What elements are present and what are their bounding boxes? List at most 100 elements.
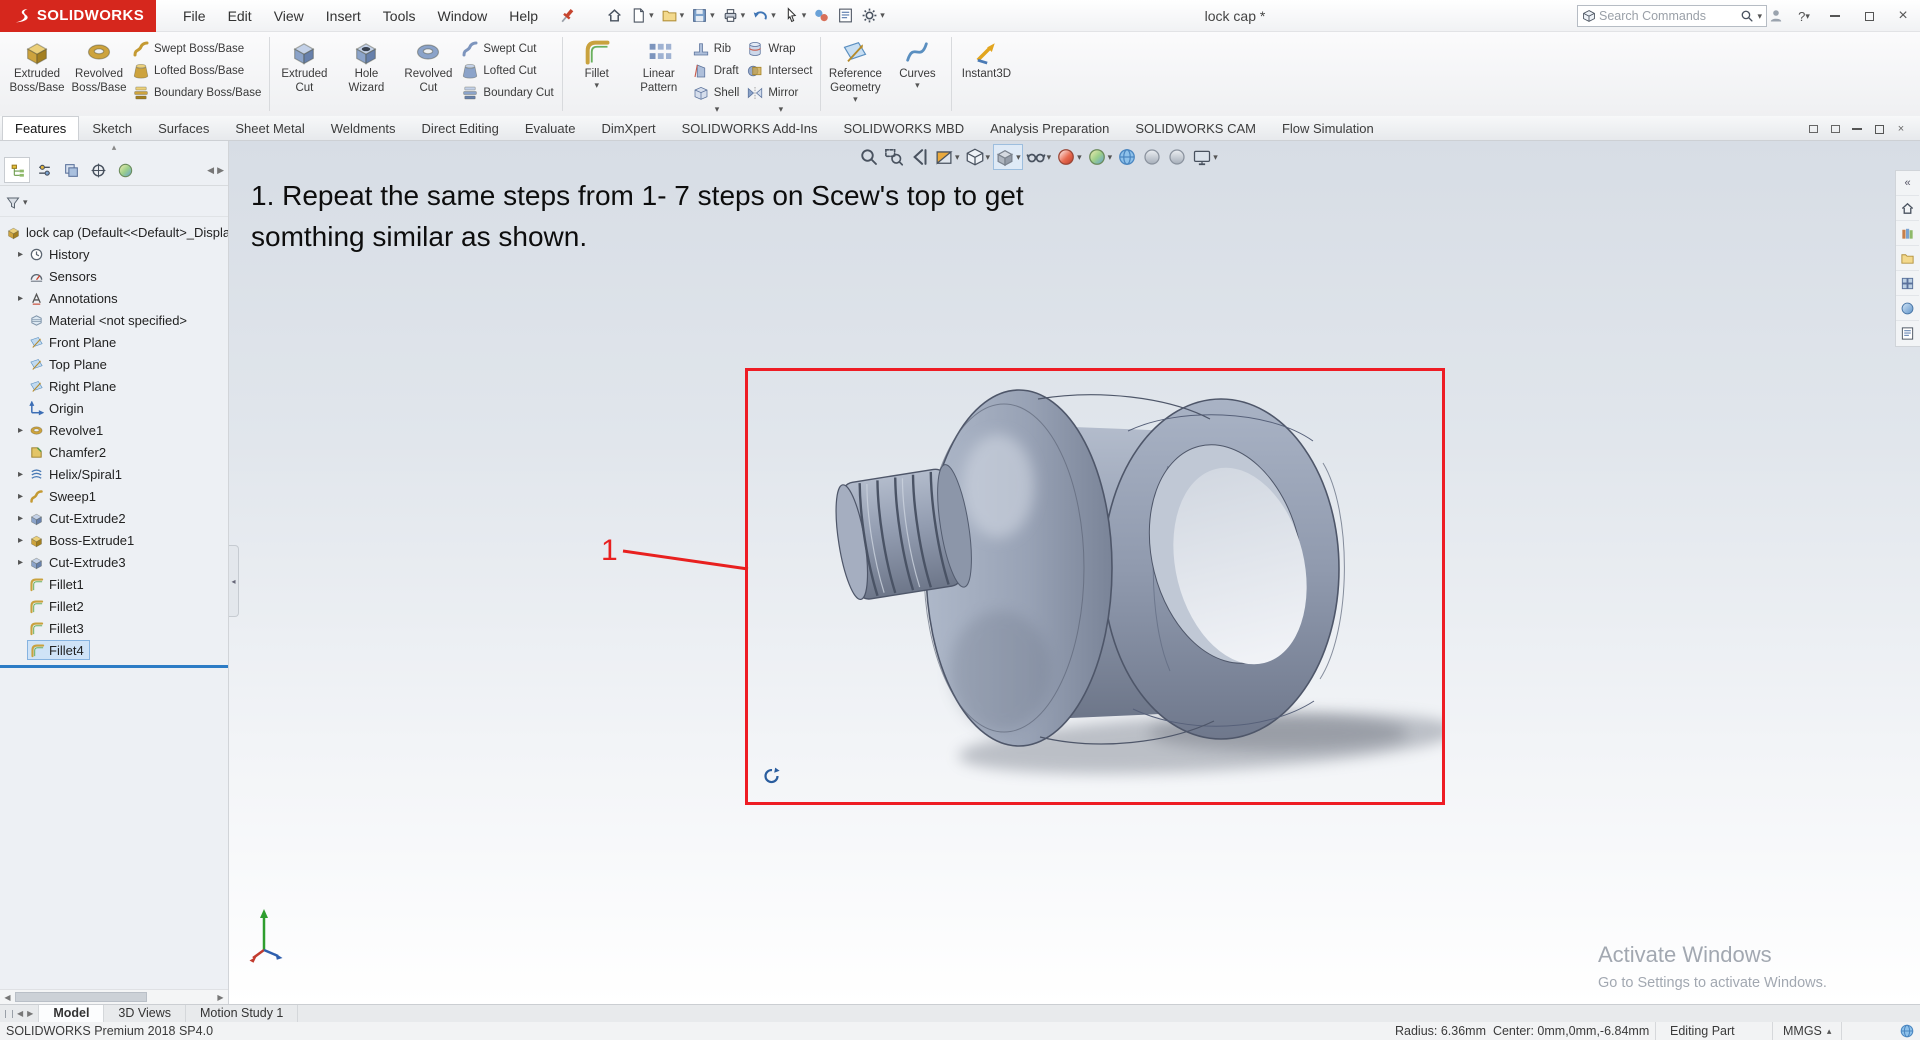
- search-input[interactable]: [1599, 9, 1738, 23]
- mirror-button[interactable]: Mirror: [744, 82, 817, 104]
- float-pane-button[interactable]: [1828, 123, 1842, 135]
- custom-properties-tab[interactable]: [1896, 321, 1919, 346]
- tab-surfaces[interactable]: Surfaces: [145, 116, 222, 140]
- apply-scene-button[interactable]: ▾: [1085, 144, 1115, 170]
- propertymanager-tab[interactable]: [31, 157, 57, 183]
- tab-evaluate[interactable]: Evaluate: [512, 116, 589, 140]
- menu-tools[interactable]: Tools: [372, 2, 427, 30]
- minimize-button[interactable]: [1820, 2, 1850, 30]
- caret-down-icon[interactable]: ▾: [853, 95, 858, 104]
- doc-close-button[interactable]: ×: [1894, 123, 1908, 135]
- boundary-boss-base-button[interactable]: Boundary Boss/Base: [130, 82, 266, 104]
- solidworks-resources-tab[interactable]: [1896, 196, 1919, 221]
- tab-splitter-grip[interactable]: [5, 1009, 13, 1018]
- tab-direct-editing[interactable]: Direct Editing: [409, 116, 512, 140]
- tab-model[interactable]: Model: [39, 1005, 105, 1022]
- tab-sketch[interactable]: Sketch: [79, 116, 145, 140]
- tab-sheet-metal[interactable]: Sheet Metal: [222, 116, 317, 140]
- tree-item-sensors[interactable]: Sensors: [0, 265, 228, 287]
- expand-arrow-icon[interactable]: ▸: [13, 249, 28, 260]
- task-pane-collapse-button[interactable]: «: [1896, 171, 1919, 196]
- extruded-boss-base-button[interactable]: Extruded Boss/Base: [6, 34, 68, 95]
- configurationmanager-tab[interactable]: [58, 157, 84, 183]
- tab-flow-simulation[interactable]: Flow Simulation: [1269, 116, 1387, 140]
- edit-appearance-button[interactable]: ▾: [1054, 144, 1084, 170]
- hide-show-items-button[interactable]: ▾: [1024, 144, 1054, 170]
- panel-splitter-handle[interactable]: ◂: [229, 545, 239, 617]
- tree-item-right-plane[interactable]: Right Plane: [0, 375, 228, 397]
- caret-down-icon[interactable]: ▾: [594, 81, 599, 90]
- tab-analysis-preparation[interactable]: Analysis Preparation: [977, 116, 1122, 140]
- display-style-button[interactable]: ▾: [993, 144, 1023, 170]
- caret-down-icon[interactable]: ▾: [690, 104, 745, 114]
- caret-down-icon[interactable]: ▾: [23, 198, 28, 207]
- perspective-button[interactable]: [1165, 144, 1189, 170]
- tree-item-fillet1[interactable]: Fillet1: [0, 573, 228, 595]
- select-button[interactable]: ▾: [780, 4, 810, 27]
- undo-button[interactable]: ▾: [749, 4, 779, 27]
- tree-item-annotations[interactable]: ▸ Annotations: [0, 287, 228, 309]
- menu-edit[interactable]: Edit: [217, 2, 263, 30]
- tree-item-fillet2[interactable]: Fillet2: [0, 595, 228, 617]
- fillet-button[interactable]: Fillet ▾: [566, 34, 628, 90]
- rollback-bar[interactable]: [0, 665, 228, 668]
- appearances-scenes-tab[interactable]: [1896, 296, 1919, 321]
- tab-scroll-right-icon[interactable]: ▶: [27, 1009, 33, 1018]
- menu-view[interactable]: View: [263, 2, 315, 30]
- tree-item-chamfer2[interactable]: Chamfer2: [0, 441, 228, 463]
- pin-menu-icon[interactable]: [557, 6, 577, 26]
- swept-boss-base-button[interactable]: Swept Boss/Base: [130, 38, 266, 60]
- graphics-area[interactable]: ▾ ▾ ▾ ▾ ▾ ▾ ▾ 1. Repeat the same steps f…: [0, 141, 1920, 1004]
- expand-arrow-icon[interactable]: ▸: [13, 491, 28, 502]
- tree-item-cut-extrude2[interactable]: ▸ Cut-Extrude2: [0, 507, 228, 529]
- tab-dimxpert[interactable]: DimXpert: [588, 116, 668, 140]
- tree-item-root[interactable]: lock cap (Default<<Default>_Display: [0, 221, 228, 243]
- lofted-boss-base-button[interactable]: Lofted Boss/Base: [130, 60, 266, 82]
- shadows-button[interactable]: [1140, 144, 1164, 170]
- expand-arrow-icon[interactable]: ▸: [13, 557, 28, 568]
- tab-3d-views[interactable]: 3D Views: [104, 1005, 186, 1022]
- help-button[interactable]: ? ▾: [1792, 4, 1816, 28]
- hole-wizard-button[interactable]: Hole Wizard: [335, 34, 397, 95]
- tab-features[interactable]: Features: [2, 116, 80, 140]
- menu-file[interactable]: File: [172, 2, 217, 30]
- print-button[interactable]: ▾: [719, 4, 749, 27]
- expand-arrow-icon[interactable]: ▸: [13, 469, 28, 480]
- design-library-tab[interactable]: [1896, 221, 1919, 246]
- file-properties-button[interactable]: [834, 4, 857, 27]
- reference-geometry-button[interactable]: Reference Geometry ▾: [824, 34, 886, 104]
- scroll-right-icon[interactable]: ▶: [213, 993, 228, 1002]
- tree-item-origin[interactable]: Origin: [0, 397, 228, 419]
- wrap-button[interactable]: Wrap: [744, 38, 817, 60]
- caret-down-icon[interactable]: ▾: [1757, 11, 1762, 21]
- menu-window[interactable]: Window: [426, 2, 498, 30]
- tree-item-front-plane[interactable]: Front Plane: [0, 331, 228, 353]
- tree-item-fillet3[interactable]: Fillet3: [0, 617, 228, 639]
- tab-motion-study-1[interactable]: Motion Study 1: [186, 1005, 299, 1022]
- menu-help[interactable]: Help: [498, 2, 549, 30]
- rib-button[interactable]: Rib: [690, 38, 745, 60]
- zoom-to-fit-button[interactable]: [857, 144, 881, 170]
- tab-solidworks-cam[interactable]: SOLIDWORKS CAM: [1122, 116, 1269, 140]
- panel-collapse-icon[interactable]: ▴: [112, 142, 117, 153]
- section-view-button[interactable]: ▾: [932, 144, 962, 170]
- lock-cap-3d-model[interactable]: [748, 371, 1442, 802]
- home-button[interactable]: [603, 4, 626, 27]
- new-document-button[interactable]: ▾: [627, 4, 657, 27]
- expand-arrow-icon[interactable]: ▸: [13, 425, 28, 436]
- menu-insert[interactable]: Insert: [315, 2, 372, 30]
- view-orientation-button[interactable]: ▾: [963, 144, 993, 170]
- tree-item-history[interactable]: ▸ History: [0, 243, 228, 265]
- expand-arrow-icon[interactable]: ▸: [13, 513, 28, 524]
- view-palette-tab[interactable]: [1896, 271, 1919, 296]
- swept-cut-button[interactable]: Swept Cut: [459, 38, 558, 60]
- tree-item-cut-extrude3[interactable]: ▸ Cut-Extrude3: [0, 551, 228, 573]
- user-account-button[interactable]: [1764, 4, 1788, 28]
- scroll-left-icon[interactable]: ◀: [207, 165, 214, 176]
- dock-pane-button[interactable]: [1806, 123, 1820, 135]
- lofted-cut-button[interactable]: Lofted Cut: [459, 60, 558, 82]
- search-scope-icon[interactable]: [1582, 9, 1596, 23]
- scroll-left-icon[interactable]: ◀: [0, 993, 15, 1002]
- scroll-right-icon[interactable]: ▶: [217, 165, 224, 176]
- tree-item-sweep1[interactable]: ▸ Sweep1: [0, 485, 228, 507]
